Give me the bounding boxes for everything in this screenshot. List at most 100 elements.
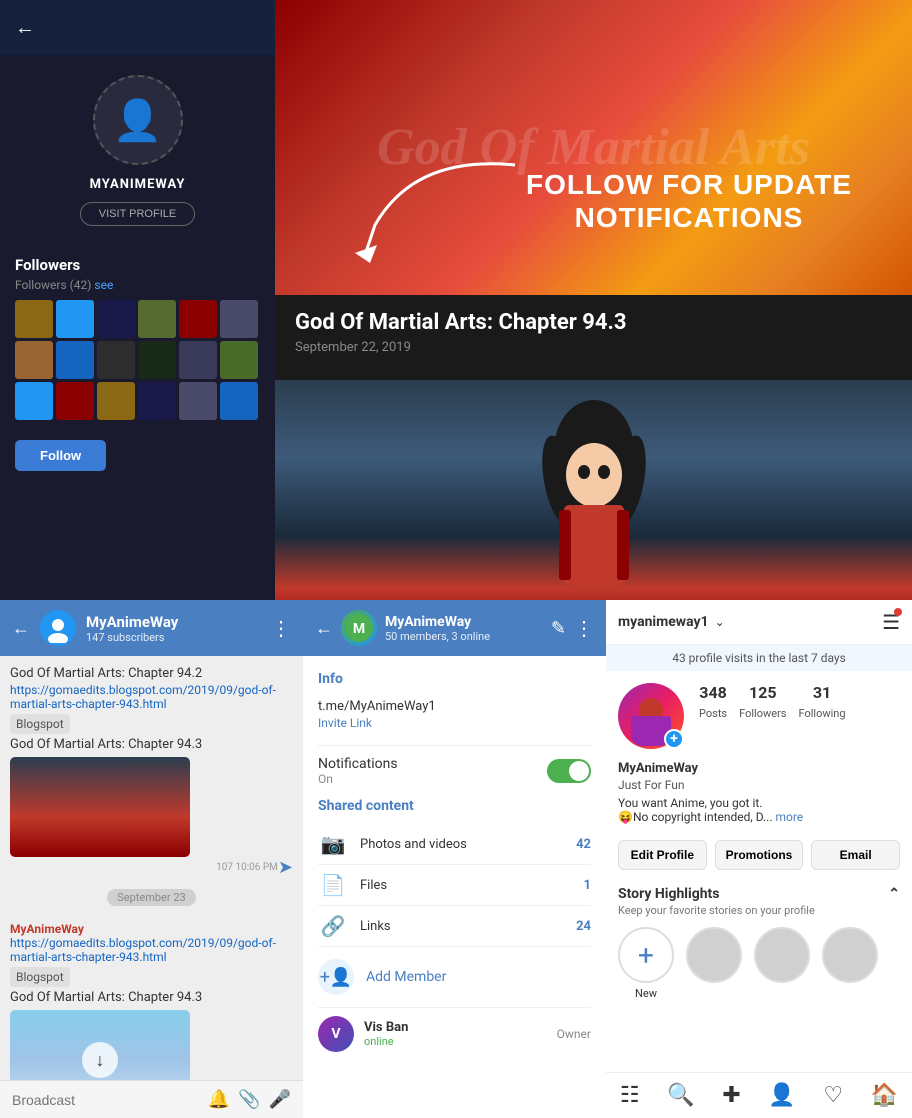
following-stat[interactable]: 31 Following: [798, 683, 845, 721]
highlight-2[interactable]: [754, 927, 810, 1000]
followers-grid: [15, 300, 260, 420]
follow-update-text: FOLLOW FOR UPDATE NOTIFICATIONS: [526, 168, 852, 235]
highlight-3-circle[interactable]: [822, 927, 878, 983]
add-story-icon[interactable]: +: [664, 729, 684, 749]
back-arrow-icon[interactable]: ←: [15, 15, 35, 40]
grid-icon[interactable]: ☷: [620, 1083, 640, 1108]
highlight-3[interactable]: [822, 927, 878, 1000]
blog-anime-image: [275, 380, 912, 600]
sidebar-header: ←: [0, 0, 275, 55]
attachment-icon[interactable]: 📎: [238, 1089, 260, 1110]
tg-content[interactable]: Info t.me/MyAnimeWay1 Invite Link Notifi…: [303, 656, 606, 1118]
links-label: Links: [360, 919, 564, 934]
notification-icon[interactable]: 🔔: [208, 1089, 230, 1110]
links-row[interactable]: 🔗 Links 24: [318, 906, 591, 947]
download-icon[interactable]: ↓: [82, 1042, 118, 1078]
links-icon: 🔗: [318, 914, 348, 938]
add-member-label: Add Member: [366, 969, 446, 985]
search-icon[interactable]: 🔍: [667, 1083, 694, 1108]
tg-edit-icon[interactable]: ✎: [551, 618, 566, 639]
avatar: 👤: [93, 75, 183, 165]
forward-icon[interactable]: ➤: [278, 857, 293, 878]
follower-thumb[interactable]: [220, 300, 258, 338]
follower-thumb[interactable]: [179, 382, 217, 420]
follower-thumb[interactable]: [179, 341, 217, 379]
person-tag-icon[interactable]: 👤: [768, 1083, 795, 1108]
chat-panel: ← MyAnimeWay 147 subscribers ⋮ God Of Ma…: [0, 600, 303, 1118]
blog-date: September 22, 2019: [295, 340, 892, 355]
ig-visits: 43 profile visits in the last 7 days: [606, 645, 912, 671]
chat-msg-link-1[interactable]: https://gomaedits.blogspot.com/2019/09/g…: [10, 683, 293, 711]
follow-button[interactable]: Follow: [15, 440, 106, 471]
files-icon: 📄: [318, 873, 348, 897]
follower-thumb[interactable]: [138, 300, 176, 338]
new-highlight[interactable]: + New: [618, 927, 674, 1000]
follower-thumb[interactable]: [220, 341, 258, 379]
follower-thumb[interactable]: [56, 341, 94, 379]
tg-link: t.me/MyAnimeWay1: [318, 699, 591, 714]
ig-bio: You want Anime, you got it. 😝No copyrigh…: [606, 794, 912, 832]
microphone-icon[interactable]: 🎤: [269, 1089, 291, 1110]
ig-more-link[interactable]: more: [775, 810, 803, 824]
highlight-2-circle[interactable]: [754, 927, 810, 983]
chat-message-image-2: ↓: [10, 1010, 190, 1080]
ig-avatar-wrap: +: [618, 683, 684, 749]
see-link[interactable]: see: [94, 278, 113, 292]
heart-icon[interactable]: ♡: [823, 1083, 843, 1108]
follower-thumb[interactable]: [15, 382, 53, 420]
ig-tagline: Just For Fun: [606, 776, 912, 794]
ig-bottom-nav: ☷ 🔍 ✚ 👤 ♡ 🏠: [606, 1072, 912, 1118]
notifications-info: Notifications On: [318, 756, 398, 786]
blog-chapter-title: God Of Martial Arts: Chapter 94.3: [295, 310, 892, 335]
follower-thumb[interactable]: [138, 341, 176, 379]
tg-info-section: Info: [318, 671, 591, 687]
new-highlight-circle[interactable]: +: [618, 927, 674, 983]
files-count: 1: [584, 878, 591, 893]
follower-thumb[interactable]: [220, 382, 258, 420]
notification-badge[interactable]: ☰: [882, 610, 900, 634]
notifications-toggle[interactable]: [547, 759, 591, 783]
chat-msg-sublabel-1: God Of Martial Arts: Chapter 94.3: [10, 737, 293, 752]
follower-thumb[interactable]: [97, 382, 135, 420]
follower-thumb[interactable]: [138, 382, 176, 420]
files-row[interactable]: 📄 Files 1: [318, 865, 591, 906]
follower-thumb[interactable]: [56, 300, 94, 338]
follower-thumb[interactable]: [97, 341, 135, 379]
edit-profile-button[interactable]: Edit Profile: [618, 840, 707, 870]
photos-label: Photos and videos: [360, 837, 564, 852]
chat-input-bar: 🔔 📎 🎤: [0, 1080, 303, 1118]
chat-messages[interactable]: God Of Martial Arts: Chapter 94.2 https:…: [0, 656, 303, 1080]
follower-thumb[interactable]: [97, 300, 135, 338]
tg-invite-link[interactable]: Invite Link: [318, 716, 591, 730]
broadcast-input[interactable]: [12, 1092, 200, 1108]
tg-back-icon[interactable]: ←: [315, 618, 333, 639]
highlight-1-circle[interactable]: [686, 927, 742, 983]
promotions-button[interactable]: Promotions: [715, 840, 804, 870]
photos-count: 42: [576, 837, 591, 852]
follower-thumb[interactable]: [179, 300, 217, 338]
home-icon[interactable]: 🏠: [871, 1083, 898, 1108]
ig-profile-row: + 348 Posts 125 Followers 31 Following: [606, 671, 912, 761]
chevron-up-icon[interactable]: ⌃: [888, 886, 900, 902]
visit-profile-button[interactable]: VISIT PROFILE: [80, 202, 195, 226]
tg-divider: [318, 745, 591, 746]
tg-menu-icon[interactable]: ⋮: [574, 616, 594, 640]
followers-subtitle: Followers (42) see: [15, 278, 260, 292]
ig-display-name: MyAnimeWay: [606, 761, 912, 776]
email-button[interactable]: Email: [811, 840, 900, 870]
follower-thumb[interactable]: [15, 341, 53, 379]
add-member-row[interactable]: +👤 Add Member: [318, 947, 591, 1007]
chevron-down-icon: ⌄: [715, 615, 725, 629]
story-highlights-sub: Keep your favorite stories on your profi…: [618, 904, 900, 917]
highlight-1[interactable]: [686, 927, 742, 1000]
follower-thumb[interactable]: [15, 300, 53, 338]
follower-thumb[interactable]: [56, 382, 94, 420]
add-post-icon[interactable]: ✚: [722, 1083, 740, 1108]
links-count: 24: [576, 919, 591, 934]
chat-back-icon[interactable]: ←: [12, 618, 30, 639]
followers-stat[interactable]: 125 Followers: [739, 683, 786, 721]
chat-msg-link-2[interactable]: https://gomaedits.blogspot.com/2019/09/g…: [10, 936, 293, 964]
chat-menu-icon[interactable]: ⋮: [271, 616, 291, 640]
photos-videos-row[interactable]: 📷 Photos and videos 42: [318, 824, 591, 865]
story-highlights-title: Story Highlights ⌃: [618, 886, 900, 902]
